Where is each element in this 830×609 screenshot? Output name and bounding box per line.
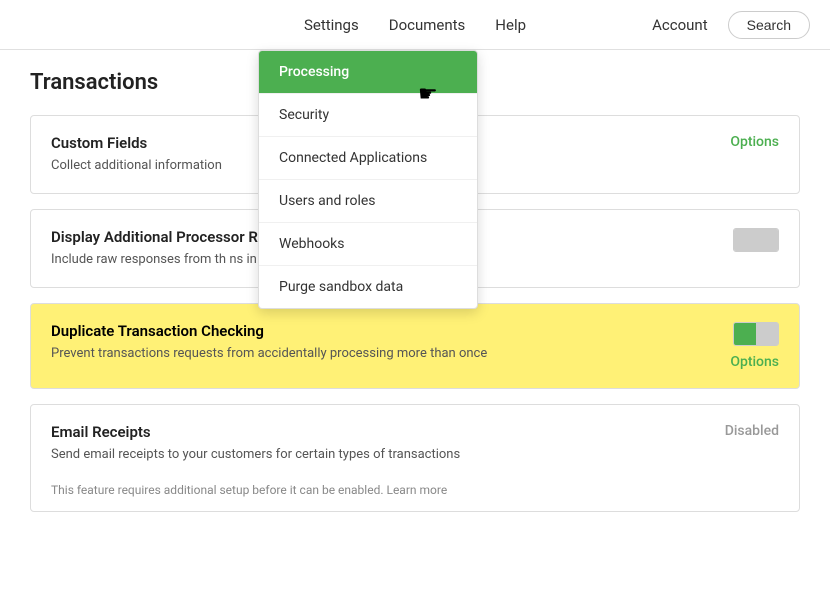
dropdown-menu: Processing Security Connected Applicatio… [258, 50, 478, 309]
duplicate-options[interactable]: Options [730, 354, 779, 370]
email-title: Email Receipts [51, 423, 699, 441]
duplicate-title: Duplicate Transaction Checking [51, 322, 699, 340]
email-disabled-label: Disabled [725, 423, 779, 439]
nav-help[interactable]: Help [495, 11, 526, 39]
custom-fields-options[interactable]: Options [730, 134, 779, 150]
duplicate-inner: Duplicate Transaction Checking Prevent t… [31, 304, 799, 388]
email-section: Email Receipts Send email receipts to yo… [30, 404, 800, 511]
email-desc: Send email receipts to your customers fo… [51, 446, 699, 464]
email-inner: Email Receipts Send email receipts to yo… [31, 405, 799, 482]
toggle-on-half [734, 229, 756, 251]
email-action: Disabled [699, 423, 779, 439]
duplicate-toggle[interactable] [733, 322, 779, 346]
nav-right: Account Search [652, 11, 810, 39]
duplicate-desc: Prevent transactions requests from accid… [51, 345, 699, 363]
nav-settings[interactable]: Settings [304, 11, 359, 39]
dropdown-item-webhooks[interactable]: Webhooks [259, 223, 477, 266]
duplicate-text: Duplicate Transaction Checking Prevent t… [51, 322, 699, 363]
custom-fields-action: Options [699, 134, 779, 150]
dropdown-item-purge-sandbox[interactable]: Purge sandbox data [259, 266, 477, 308]
account-link[interactable]: Account [652, 16, 708, 34]
learn-more-link[interactable]: Learn more [386, 483, 447, 497]
settings-dropdown: Processing Security Connected Applicatio… [258, 50, 478, 309]
processor-toggle[interactable] [733, 228, 779, 252]
dropdown-item-processing[interactable]: Processing [259, 51, 477, 94]
dropdown-item-users-roles[interactable]: Users and roles [259, 180, 477, 223]
main-nav: Settings Documents Help [304, 11, 526, 39]
email-extra: This feature requires additional setup b… [31, 483, 799, 511]
processor-action [699, 228, 779, 252]
dropdown-item-connected-applications[interactable]: Connected Applications [259, 137, 477, 180]
search-button[interactable]: Search [728, 11, 810, 39]
nav-documents[interactable]: Documents [389, 11, 466, 39]
duplicate-toggle-off [756, 323, 778, 345]
dropdown-item-security[interactable]: Security [259, 94, 477, 137]
duplicate-toggle-on [734, 323, 756, 345]
toggle-off-half [756, 229, 778, 251]
email-extra-text: This feature requires additional setup b… [51, 483, 384, 497]
duplicate-section: Duplicate Transaction Checking Prevent t… [30, 303, 800, 389]
duplicate-action: Options [699, 322, 779, 370]
header: Settings Documents Help Account Search [0, 0, 830, 50]
email-text: Email Receipts Send email receipts to yo… [51, 423, 699, 464]
